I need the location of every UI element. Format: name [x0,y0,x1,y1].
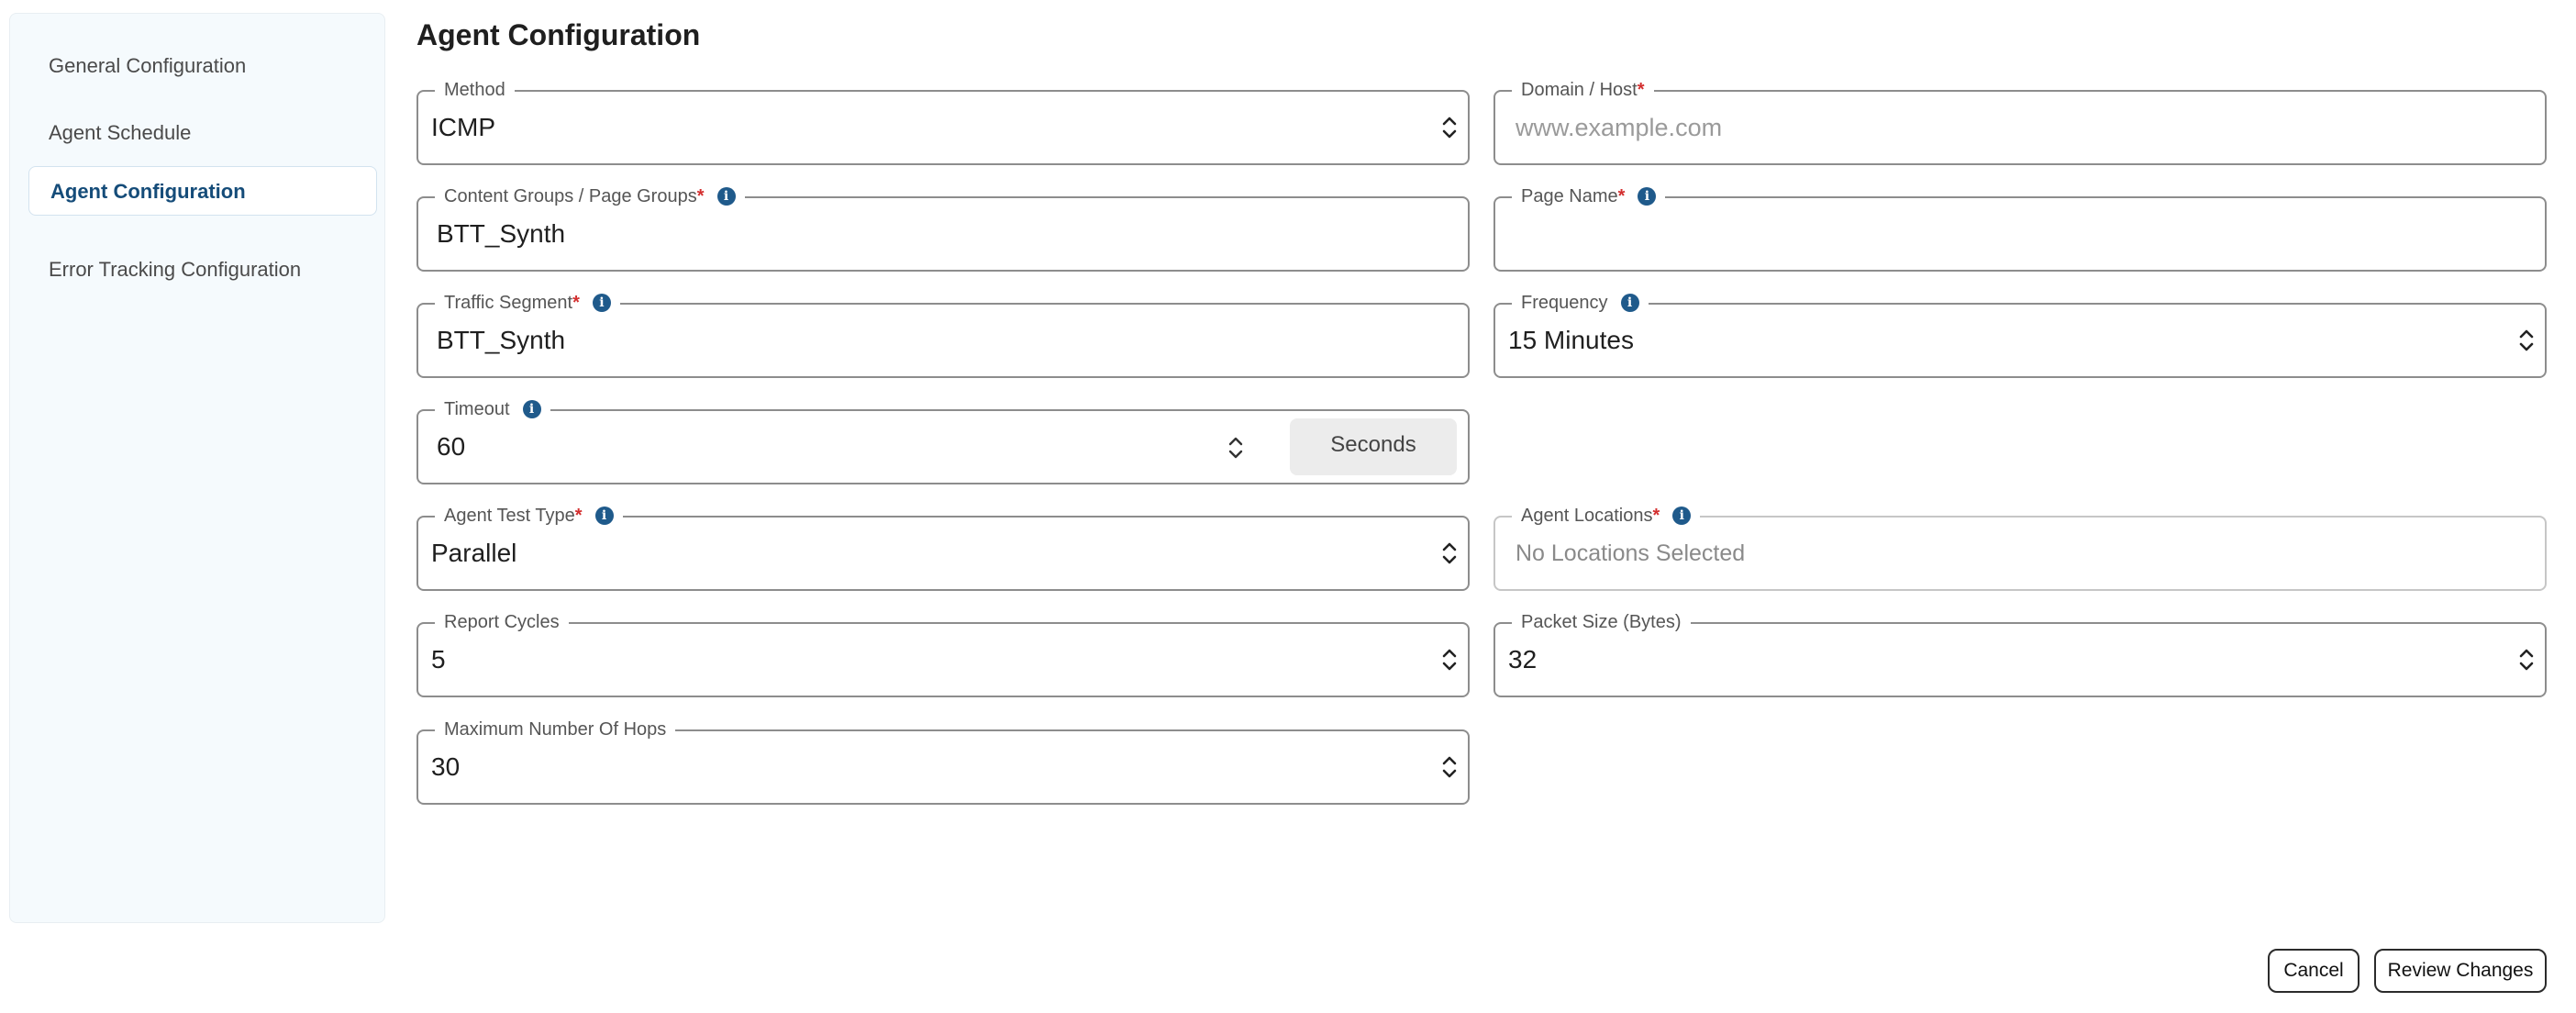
select-chevron-icon [2519,649,2534,671]
domain-host-placeholder: www.example.com [1516,114,1723,141]
timeout-value: 60 [437,432,466,461]
agent-test-type-value: Parallel [431,539,517,567]
max-hops-value: 30 [431,752,461,781]
method-select[interactable]: Method ICMP [416,78,1470,165]
select-chevron-icon [1442,756,1457,778]
frequency-select[interactable]: Frequency i 15 Minutes [1493,291,2547,378]
number-stepper-icon[interactable] [1226,433,1246,462]
domain-host-input[interactable]: Domain / Host * www.example.com [1493,78,2547,165]
packet-size-value: 32 [1508,645,1538,673]
cancel-button[interactable]: Cancel [2268,949,2359,993]
timeout-input[interactable]: Timeout i 60 Seconds [416,397,1470,484]
info-icon[interactable]: i [1638,187,1657,206]
frequency-value: 15 Minutes [1508,326,1634,354]
info-icon[interactable]: i [522,400,541,418]
content-groups-value: BTT_Synth [437,219,566,248]
agent-test-type-select[interactable]: Agent Test Type * i Parallel [416,504,1470,591]
sidebar: General Configuration Agent Schedule Age… [9,13,385,923]
review-changes-button[interactable]: Review Changes [2374,949,2547,993]
traffic-segment-input[interactable]: Traffic Segment * i BTT_Synth [416,291,1470,378]
sidebar-item-general-configuration[interactable]: General Configuration [28,41,377,91]
method-value: ICMP [431,113,495,141]
sidebar-item-error-tracking-configuration[interactable]: Error Tracking Configuration [28,245,377,295]
select-chevron-icon [1442,649,1457,671]
page-name-input[interactable]: Page Name * i [1493,184,2547,272]
timeout-unit-badge: Seconds [1290,418,1457,475]
page-title: Agent Configuration [416,18,701,51]
info-icon[interactable]: i [716,187,736,206]
traffic-segment-value: BTT_Synth [437,326,566,354]
sidebar-item-agent-configuration[interactable]: Agent Configuration [28,166,377,216]
agent-locations-field[interactable]: Agent Locations * i No Locations Selected [1493,504,2547,591]
max-hops-label: Maximum Number Of Hops [435,718,676,741]
report-cycles-label: Report Cycles [435,610,569,634]
select-chevron-icon [2519,329,2534,351]
page-name-label: Page Name * i [1512,184,1666,208]
select-chevron-icon [1442,542,1457,564]
select-chevron-icon [1442,117,1457,139]
content-groups-input[interactable]: Content Groups / Page Groups * i BTT_Synth [416,184,1470,272]
report-cycles-select[interactable]: Report Cycles 5 [416,610,1470,697]
info-icon[interactable]: i [594,506,614,525]
report-cycles-value: 5 [431,645,446,673]
packet-size-label: Packet Size (Bytes) [1512,610,1691,634]
info-icon[interactable]: i [592,294,611,312]
max-hops-select[interactable]: Maximum Number Of Hops 30 [416,718,1470,805]
packet-size-select[interactable]: Packet Size (Bytes) 32 [1493,610,2547,697]
sidebar-item-agent-schedule[interactable]: Agent Schedule [28,108,377,158]
agent-locations-placeholder: No Locations Selected [1516,540,1746,566]
